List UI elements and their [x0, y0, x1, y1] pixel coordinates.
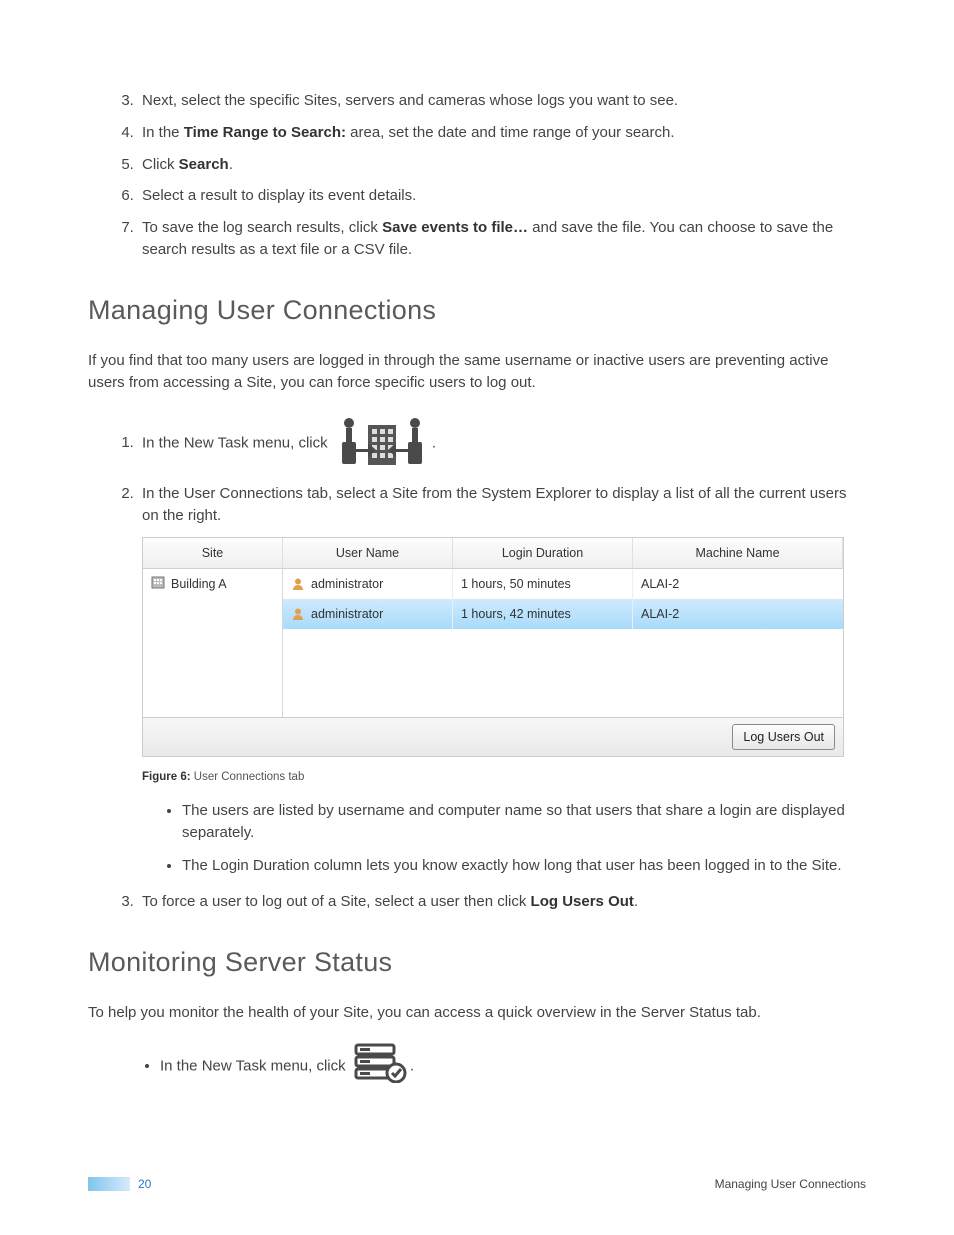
time-range-label: Time Range to Search:: [184, 124, 346, 141]
step-text: .: [229, 156, 233, 173]
table-cell-user[interactable]: administrator: [283, 599, 453, 629]
user-icon: [291, 607, 305, 621]
cell-text: administrator: [311, 605, 383, 623]
cell-text: 1 hours, 50 minutes: [461, 575, 571, 593]
intro-paragraph: To help you monitor the health of your S…: [88, 1002, 866, 1025]
uc-step-2: In the User Connections tab, select a Si…: [138, 483, 866, 877]
table-cell-machine[interactable]: ALAI-2: [633, 569, 843, 599]
table-empty-area: [283, 629, 843, 717]
list-item: The Login Duration column lets you know …: [182, 855, 866, 878]
col-user-name[interactable]: User Name: [283, 538, 453, 569]
step-text: In the: [142, 124, 184, 141]
log-users-out-label: Log Users Out: [531, 893, 634, 910]
uc-step-3: To force a user to log out of a Site, se…: [138, 891, 866, 913]
table-cell-machine[interactable]: ALAI-2: [633, 599, 843, 629]
figure-user-connections: Site User Name Login Duration Machine Na…: [142, 537, 866, 758]
intro-paragraph: If you find that too many users are logg…: [88, 350, 866, 395]
save-events-label: Save events to file…: [382, 219, 528, 236]
step-text: .: [634, 893, 638, 910]
step-text: .: [410, 1057, 414, 1074]
step-text: In the User Connections tab, select a Si…: [142, 485, 847, 524]
user-connections-icon: [334, 413, 430, 474]
table-cell-user[interactable]: administrator: [283, 569, 453, 599]
search-steps-list: Next, select the specific Sites, servers…: [88, 90, 866, 261]
site-icon: [151, 575, 165, 589]
cell-text: ALAI-2: [641, 605, 679, 623]
page-number: 20: [138, 1177, 151, 1191]
col-site[interactable]: Site: [143, 538, 283, 569]
cell-text: ALAI-2: [641, 575, 679, 593]
step-text: area, set the date and time range of you…: [346, 124, 675, 141]
server-status-steps: In the New Task menu, click .: [88, 1043, 866, 1091]
step-6: Select a result to display its event det…: [138, 185, 866, 207]
uc-step-1: In the New Task menu, click: [138, 413, 866, 474]
step-text: To force a user to log out of a Site, se…: [142, 893, 531, 910]
table-cell-login[interactable]: 1 hours, 42 minutes: [453, 599, 633, 629]
user-connections-steps: In the New Task menu, click: [88, 413, 866, 914]
site-tree-item[interactable]: Building A: [143, 569, 283, 717]
step-text: In the New Task menu, click: [160, 1057, 350, 1074]
cell-text: 1 hours, 42 minutes: [461, 605, 571, 623]
col-machine-name[interactable]: Machine Name: [633, 538, 843, 569]
footer-swatch-icon: [88, 1177, 130, 1191]
step-text: .: [432, 434, 436, 451]
list-item: In the New Task menu, click .: [160, 1043, 866, 1091]
page-footer: 20 Managing User Connections: [88, 1177, 866, 1191]
figure-caption-text: User Connections tab: [191, 771, 305, 783]
list-item: The users are listed by username and com…: [182, 800, 866, 845]
search-label: Search: [179, 156, 229, 173]
user-connections-panel: Site User Name Login Duration Machine Na…: [142, 537, 844, 758]
log-users-out-button[interactable]: Log Users Out: [732, 724, 835, 750]
notes-list: The users are listed by username and com…: [142, 800, 866, 878]
figure-number: Figure 6:: [142, 771, 191, 783]
step-text: In the New Task menu, click: [142, 434, 332, 451]
page: Next, select the specific Sites, servers…: [0, 0, 954, 1235]
step-5: Click Search.: [138, 154, 866, 176]
step-4: In the Time Range to Search: area, set t…: [138, 122, 866, 144]
step-3: Next, select the specific Sites, servers…: [138, 90, 866, 112]
heading-managing-user-connections: Managing User Connections: [88, 295, 866, 326]
heading-monitoring-server-status: Monitoring Server Status: [88, 947, 866, 978]
step-text: To save the log search results, click: [142, 219, 382, 236]
server-status-icon: [352, 1043, 408, 1091]
step-7: To save the log search results, click Sa…: [138, 217, 866, 261]
site-label: Building A: [171, 575, 227, 593]
running-head: Managing User Connections: [715, 1177, 866, 1191]
panel-footer: Log Users Out: [143, 717, 843, 756]
step-text: Next, select the specific Sites, servers…: [142, 92, 678, 109]
step-text: Click: [142, 156, 179, 173]
cell-text: administrator: [311, 575, 383, 593]
col-login-duration[interactable]: Login Duration: [453, 538, 633, 569]
footer-left: 20: [88, 1177, 151, 1191]
user-icon: [291, 577, 305, 591]
step-text: Select a result to display its event det…: [142, 187, 416, 204]
table-cell-login[interactable]: 1 hours, 50 minutes: [453, 569, 633, 599]
figure-caption: Figure 6: User Connections tab: [142, 769, 866, 786]
